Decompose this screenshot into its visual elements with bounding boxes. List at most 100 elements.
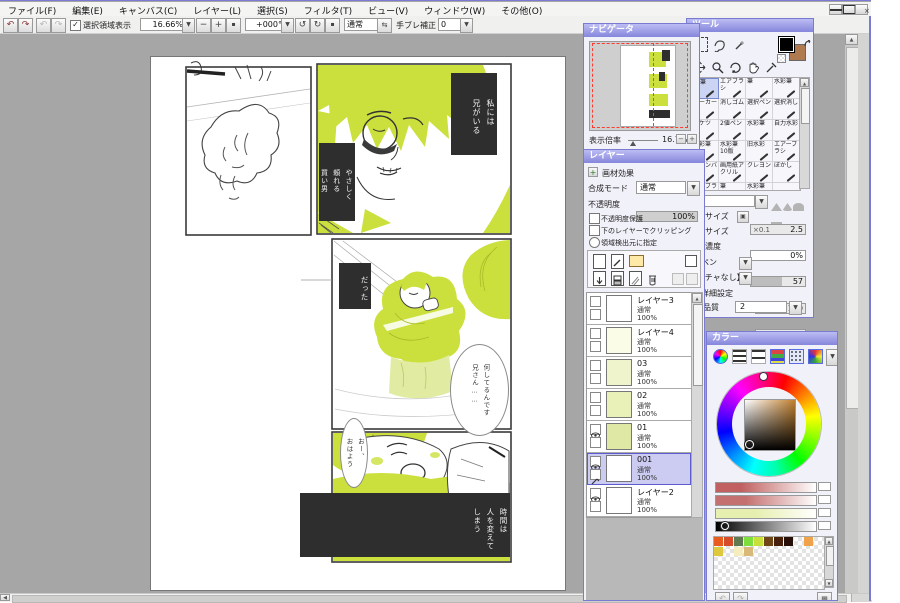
- swatch[interactable]: [804, 537, 813, 546]
- brush-size-slider[interactable]: ×0.1 2.5: [750, 224, 806, 235]
- layer-option-toggle[interactable]: [590, 309, 601, 320]
- sv-cursor[interactable]: [745, 440, 754, 449]
- menu-layer[interactable]: レイヤー(L): [185, 2, 249, 17]
- tool-watercolor-10[interactable]: 水彩筆10版: [719, 141, 746, 162]
- swatch[interactable]: [754, 537, 763, 546]
- swatch[interactable]: [714, 537, 723, 546]
- tool-watercolor[interactable]: 水彩筆: [773, 78, 800, 99]
- layer-option-toggle[interactable]: [590, 469, 601, 485]
- swatch[interactable]: [754, 547, 763, 556]
- tool-custom-watercolor[interactable]: 自力水彩: [773, 120, 800, 141]
- layer-thumbnail[interactable]: [606, 423, 632, 450]
- blend-mode-select[interactable]: 通常: [636, 181, 686, 194]
- dock-scroll-up-button[interactable]: ▲: [845, 34, 858, 45]
- color-mixer-tab-icon[interactable]: [770, 349, 785, 364]
- swatch[interactable]: [754, 557, 763, 566]
- swatch-scroll-thumb[interactable]: [826, 546, 834, 566]
- layer-row-03[interactable]: 03 通常 100%: [587, 357, 691, 389]
- brush-edge-dropdown[interactable]: ▼: [739, 257, 752, 270]
- tool-acrylic[interactable]: 画用紙アクリル: [719, 162, 746, 183]
- swatch[interactable]: [784, 537, 793, 546]
- navigator-zoom-in-button[interactable]: +: [687, 134, 697, 144]
- swatch-scroll-down[interactable]: ▼: [825, 579, 833, 587]
- redo-disabled-button[interactable]: ↷: [51, 18, 66, 33]
- blend-mode-dropdown[interactable]: ▼: [687, 181, 700, 196]
- swatch[interactable]: [734, 537, 743, 546]
- color-slider-4[interactable]: [715, 521, 817, 532]
- swatch[interactable]: [774, 557, 783, 566]
- layer-thumbnail[interactable]: [606, 295, 632, 322]
- layer-row-001-selected[interactable]: 001 通常 100%: [587, 453, 691, 485]
- color-wheel-tab-icon[interactable]: [713, 349, 728, 364]
- hand-tool-icon[interactable]: [747, 59, 760, 74]
- navigator-scale-slider-thumb[interactable]: [630, 141, 636, 146]
- layer-row-layer2[interactable]: レイヤー2 通常 100%: [587, 485, 691, 517]
- stabilizer-dropdown-button[interactable]: ▼: [460, 18, 473, 33]
- layer-thumbnail[interactable]: [606, 391, 632, 418]
- selection-display-checkbox[interactable]: ✓: [70, 20, 81, 31]
- layer-option-toggle[interactable]: [590, 341, 601, 352]
- lasso-tool-icon[interactable]: [713, 37, 726, 53]
- swatch[interactable]: [784, 547, 793, 556]
- layer-mask-icon[interactable]: [685, 255, 697, 267]
- swatch[interactable]: [714, 557, 723, 566]
- rotate-cw-button[interactable]: ↻: [310, 18, 325, 33]
- rgb-slider-tab-icon[interactable]: [732, 349, 747, 364]
- eyedropper-tool-icon[interactable]: [765, 59, 778, 73]
- visibility-toggle[interactable]: [590, 424, 601, 439]
- zoom-tool-icon[interactable]: [711, 59, 724, 74]
- magic-wand-tool-icon[interactable]: [733, 37, 746, 50]
- tool-airbrush[interactable]: エアブラシ: [719, 78, 746, 99]
- minimize-button[interactable]: [829, 4, 851, 15]
- swatch[interactable]: [744, 537, 753, 546]
- tool-select-pen[interactable]: 選択ペン: [746, 99, 773, 120]
- transparent-color-swatch[interactable]: [777, 54, 786, 63]
- quality-field[interactable]: 2: [735, 301, 787, 313]
- color-slider-1-value[interactable]: [818, 482, 831, 491]
- tool-empty-slot[interactable]: [773, 183, 800, 190]
- zoom-dropdown-button[interactable]: ▼: [182, 18, 195, 33]
- lock-opacity-checkbox[interactable]: [589, 213, 600, 224]
- tool-crayon[interactable]: クレヨン: [746, 162, 773, 183]
- swatch[interactable]: [814, 547, 823, 556]
- zoom-in-button[interactable]: +: [211, 18, 226, 33]
- clear-layer-icon[interactable]: [629, 271, 642, 286]
- tool-watercolor-4[interactable]: 水彩筆: [746, 183, 773, 190]
- material-effect-expand-icon[interactable]: +: [588, 167, 598, 177]
- visibility-toggle[interactable]: [590, 296, 601, 307]
- menu-select[interactable]: 選択(S): [249, 2, 296, 17]
- visibility-toggle[interactable]: [590, 488, 601, 503]
- swatch[interactable]: [744, 557, 753, 566]
- menu-edit[interactable]: 編集(E): [64, 2, 111, 17]
- layer-scroll-up[interactable]: ▲: [692, 293, 702, 303]
- selection-source-radio[interactable]: [589, 237, 600, 248]
- color-slider-3[interactable]: [715, 508, 817, 519]
- menu-file[interactable]: ファイル(F): [0, 2, 64, 17]
- navigator-zoom-out-button[interactable]: −: [676, 134, 686, 144]
- layer-row-layer4[interactable]: レイヤー4 通常 100%: [587, 325, 691, 357]
- transfer-down-icon[interactable]: [593, 271, 606, 286]
- tool-old-watercolor[interactable]: 旧水彩: [746, 141, 773, 162]
- close-button[interactable]: ×: [855, 4, 870, 15]
- quality-dropdown[interactable]: ▼: [789, 301, 802, 315]
- swatch-scroll-up[interactable]: ▲: [825, 537, 833, 545]
- dock-scrollbar[interactable]: ▲: [845, 34, 859, 593]
- layer-thumbnail[interactable]: [606, 455, 632, 482]
- tool-select-eraser[interactable]: 選択消し: [773, 99, 800, 120]
- swatch[interactable]: [774, 537, 783, 546]
- angle-dropdown-button[interactable]: ▼: [281, 18, 294, 33]
- tool-airbrush-2[interactable]: エアーブラシ: [773, 141, 800, 162]
- color-slider-1[interactable]: [715, 482, 817, 493]
- swatch[interactable]: [744, 547, 753, 556]
- color-slider-4-thumb[interactable]: [721, 522, 729, 530]
- brush-shape-dropdown[interactable]: ▼: [755, 195, 768, 209]
- swatch-scrollbar[interactable]: ▲ ▼: [824, 536, 834, 588]
- zoom-out-button[interactable]: −: [196, 18, 211, 33]
- swatch[interactable]: [724, 537, 733, 546]
- menu-filter[interactable]: フィルタ(T): [296, 2, 360, 17]
- swatch[interactable]: [794, 547, 803, 556]
- swatch[interactable]: [724, 547, 733, 556]
- swatch[interactable]: [774, 547, 783, 556]
- tool-grid-scroll-up[interactable]: ▲: [800, 78, 809, 87]
- layer-option-toggle[interactable]: [590, 501, 601, 512]
